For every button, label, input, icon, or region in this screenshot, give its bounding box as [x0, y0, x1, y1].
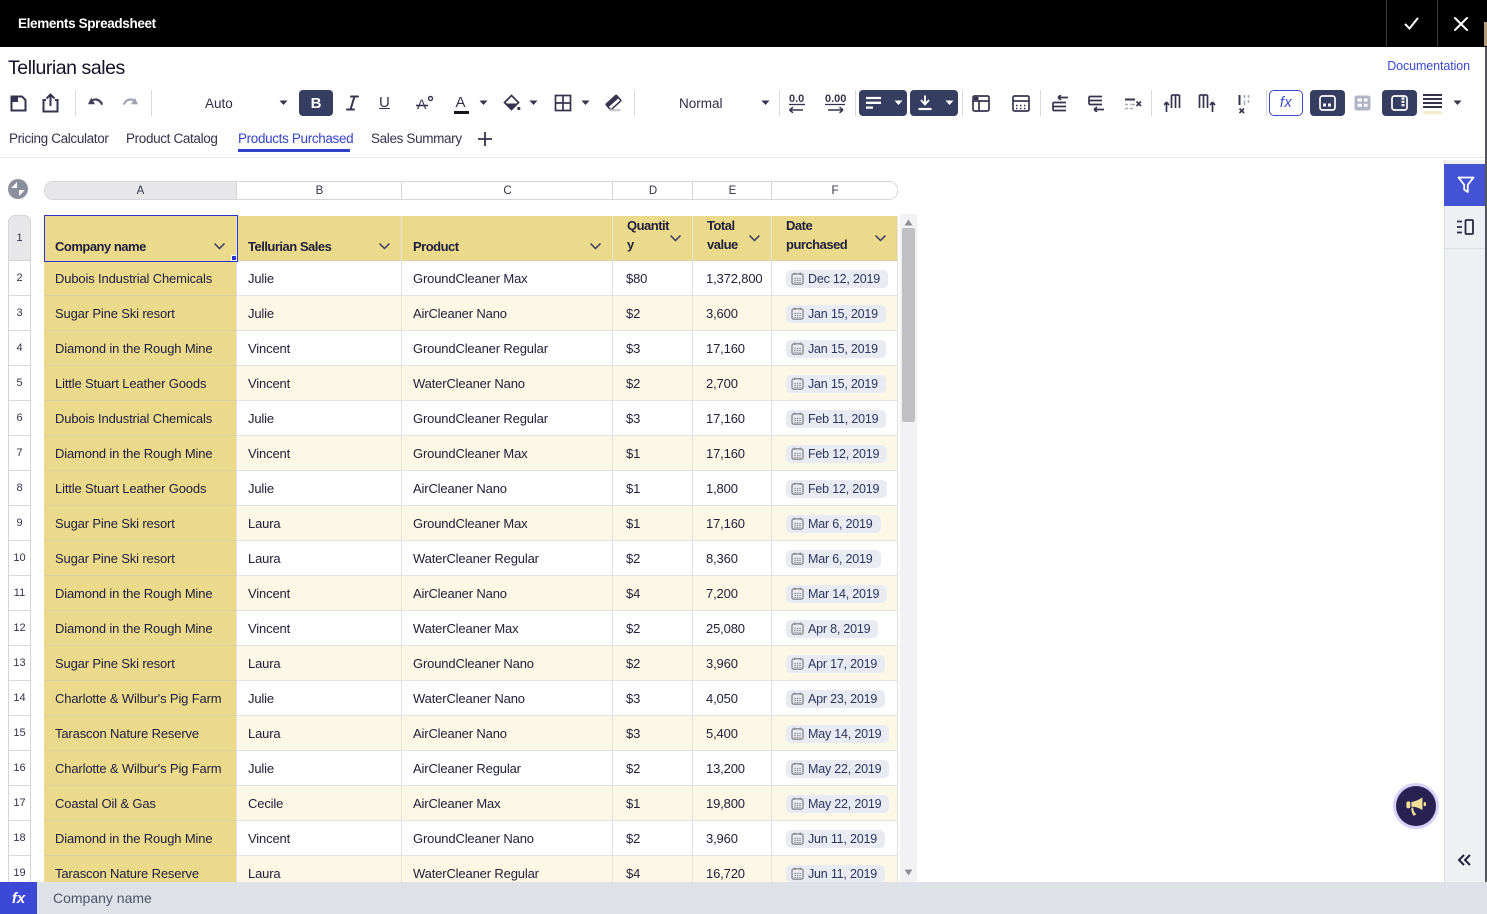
svg-text:A: A [456, 94, 466, 111]
svg-text:0.00: 0.00 [825, 93, 846, 105]
svg-text:0.0: 0.0 [789, 93, 804, 105]
svg-text:A: A [417, 96, 427, 112]
